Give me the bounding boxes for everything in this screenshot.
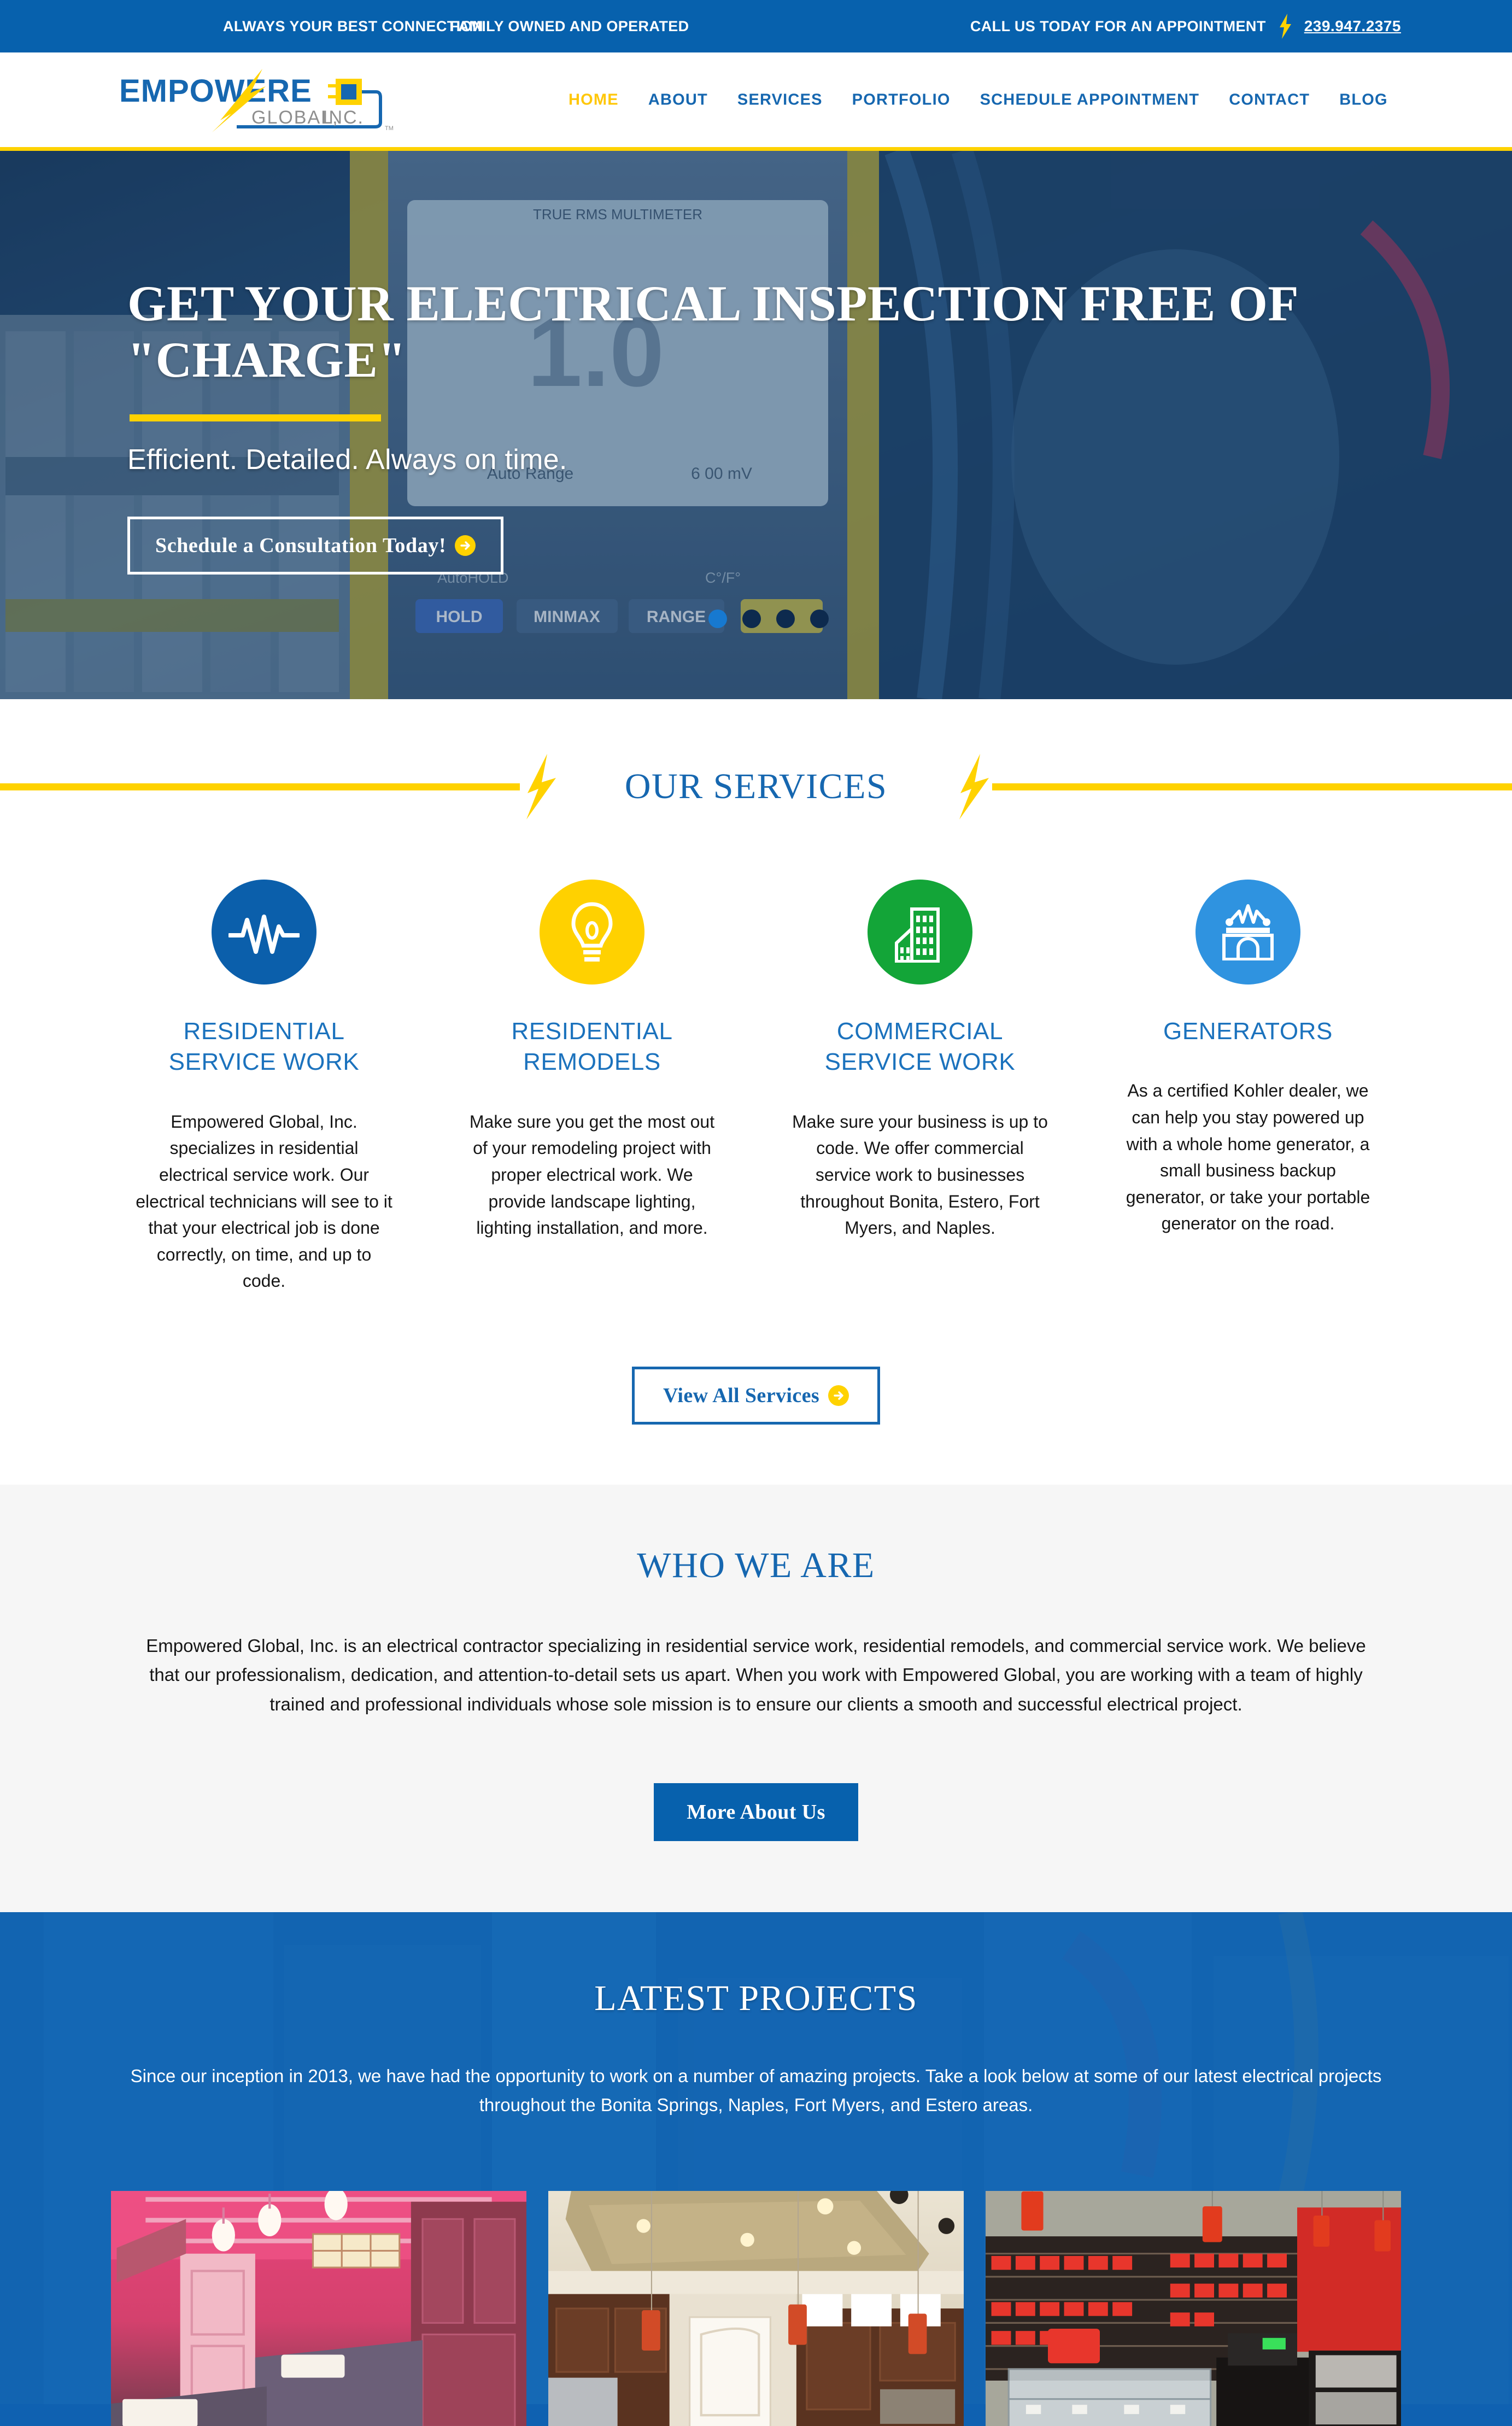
service-description: Make sure your business is up to code. W… [792,1111,1048,1238]
site-logo[interactable]: EMPOWERE GLOBAL, INC. TM [119,68,403,132]
phone-number-link[interactable]: 239.947.2375 [1304,17,1401,35]
schedule-consultation-button[interactable]: Schedule a Consultation Today! [127,517,504,575]
project-thumbnail-2[interactable] [548,2190,964,2426]
tagline-family-owned: FAMILY OWNED AND OPERATED [450,17,689,34]
lightning-bolt-icon [1278,14,1292,39]
section-title-latest-projects: LATEST PROJECTS [594,1978,918,2019]
carousel-dot-2[interactable] [742,610,761,628]
nav-item-blog[interactable]: BLOG [1325,91,1403,109]
service-title-line1: RESIDENTIAL [183,1018,345,1045]
building-icon [868,880,972,985]
nav-item-services[interactable]: SERVICES [723,91,837,109]
service-card-generators[interactable]: GENERATORS As a certified Kohler dealer,… [1095,880,1401,1294]
service-title: GENERATORS [1163,1016,1333,1047]
who-we-are-section: WHO WE ARE Empowered Global, Inc. is an … [0,1485,1512,1913]
our-services-section: OUR SERVICES RESIDENTIAL SERVICE WORK Em… [0,699,1512,1485]
hero-accent-rule [130,414,381,422]
generator-icon [1195,880,1300,985]
waveform-icon [212,880,317,985]
service-title-line2: SERVICE WORK [824,1048,1016,1076]
carousel-dots [708,610,829,628]
service-title-line1: RESIDENTIAL [511,1018,673,1045]
arrow-right-circle-icon [828,1385,849,1406]
more-about-us-button[interactable]: More About Us [654,1783,858,1842]
view-all-services-label: View All Services [663,1384,820,1407]
nav-item-contact[interactable]: CONTACT [1214,91,1325,109]
call-us-group: CALL US TODAY FOR AN APPOINTMENT 239.947… [970,14,1401,39]
carousel-dot-1[interactable] [708,610,727,628]
latest-projects-body: Since our inception in 2013, we have had… [130,2066,1382,2116]
call-us-label: CALL US TODAY FOR AN APPOINTMENT [970,17,1266,34]
project-thumbnail-1[interactable] [111,2190,526,2426]
nav-item-portfolio[interactable]: PORTFOLIO [837,91,965,109]
svg-text:TM: TM [385,125,394,132]
carousel-dot-3[interactable] [776,610,795,628]
tagline-always-best-connection: ALWAYS YOUR BEST CONNECTION [223,17,483,34]
service-title: RESIDENTIAL SERVICE WORK [169,1016,360,1078]
service-description: Make sure you get the most out of your r… [469,1111,715,1238]
svg-text:EMPOWERE: EMPOWERE [119,73,312,109]
latest-projects-section: LATEST PROJECTS Since our inception in 2… [0,1912,1512,2426]
service-title-line1: GENERATORS [1163,1018,1333,1045]
hero-subtitle: Efficient. Detailed. Always on time. [127,444,567,476]
service-description: As a certified Kohler dealer, we can hel… [1126,1081,1370,1234]
arrow-right-circle-icon [455,535,476,556]
hero-title: GET YOUR ELECTRICAL INSPECTION FREE OF "… [127,275,1297,388]
nav-item-about[interactable]: ABOUT [634,91,723,109]
service-title-line2: REMODELS [523,1048,661,1076]
primary-nav: HOME ABOUT SERVICES PORTFOLIO SCHEDULE A… [554,91,1403,109]
svg-text:INC.: INC. [323,107,364,128]
nav-item-home[interactable]: HOME [554,91,634,109]
who-we-are-body: Empowered Global, Inc. is an electrical … [146,1636,1366,1714]
projects-grid [111,2190,1401,2426]
service-card-commercial-service-work[interactable]: COMMERCIAL SERVICE WORK Make sure your b… [767,880,1073,1294]
lightning-bolt-icon [520,754,559,819]
utility-top-bar: ALWAYS YOUR BEST CONNECTION FAMILY OWNED… [0,0,1512,52]
hero-carousel: TRUE RMS MULTIMETER 1.0 Auto Range 6 00 … [0,151,1512,699]
heading-rule-right [992,783,1512,790]
hero-cta-label: Schedule a Consultation Today! [155,534,447,558]
section-title-who-we-are: WHO WE ARE [637,1545,875,1585]
services-grid: RESIDENTIAL SERVICE WORK Empowered Globa… [111,880,1401,1294]
lightning-bolt-icon [953,754,992,819]
view-all-services-button[interactable]: View All Services [631,1367,881,1425]
section-title-our-services: OUR SERVICES [624,766,888,806]
lightbulb-icon [540,880,644,985]
service-card-residential-remodels[interactable]: RESIDENTIAL REMODELS Make sure you get t… [439,880,745,1294]
carousel-dot-4[interactable] [810,610,829,628]
service-description: Empowered Global, Inc. specializes in re… [136,1111,392,1291]
project-thumbnail-3[interactable] [986,2190,1401,2426]
nav-item-schedule-appointment[interactable]: SCHEDULE APPOINTMENT [965,91,1215,109]
service-title-line1: COMMERCIAL [836,1018,1004,1045]
service-title-line2: SERVICE WORK [168,1048,360,1076]
our-services-heading-row: OUR SERVICES [0,754,1512,819]
service-card-residential-service-work[interactable]: RESIDENTIAL SERVICE WORK Empowered Globa… [111,880,417,1294]
service-title: RESIDENTIAL REMODELS [511,1016,672,1078]
main-navigation-bar: EMPOWERE GLOBAL, INC. TM HOME ABOUT SERV… [0,52,1512,151]
service-title: COMMERCIAL SERVICE WORK [825,1016,1016,1078]
heading-rule-left [0,783,520,790]
